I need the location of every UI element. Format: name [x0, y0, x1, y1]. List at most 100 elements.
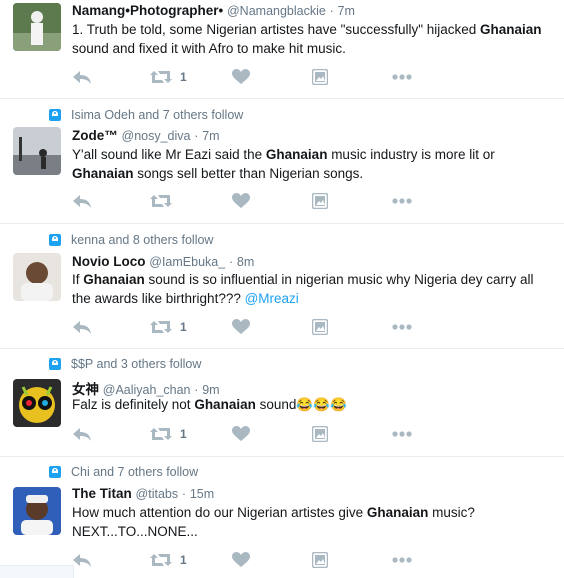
retweet-count: 1 [180, 70, 187, 84]
more-icon [392, 198, 412, 204]
media-button[interactable] [312, 551, 328, 569]
avatar[interactable] [13, 253, 61, 301]
like-button[interactable] [232, 192, 250, 210]
media-button[interactable] [312, 192, 328, 210]
avatar[interactable] [13, 487, 61, 535]
emoji: 😂😂😂 [296, 397, 347, 412]
avatar-image [13, 127, 61, 175]
social-context: Chi and 7 others follow [49, 464, 198, 480]
social-context: $$P and 3 others follow [49, 356, 201, 372]
like-button[interactable] [232, 318, 250, 336]
timestamp[interactable]: 7m [202, 129, 219, 143]
more-button[interactable] [392, 318, 412, 336]
tweet-text: How much attention do our Nigerian artis… [72, 503, 562, 541]
text-segment: How much attention do our Nigerian artis… [72, 505, 367, 520]
timestamp[interactable]: 15m [190, 487, 214, 501]
reply-icon [72, 193, 92, 209]
social-context: Isima Odeh and 7 others follow [49, 107, 243, 123]
reply-icon [72, 319, 92, 335]
reply-button[interactable] [72, 425, 92, 443]
more-icon [392, 431, 412, 437]
text-segment: 1. Truth be told, some Nigerian artistes… [72, 22, 481, 37]
user-handle[interactable]: @IamEbuka_ [149, 255, 225, 269]
tweet-text: Y'all sound like Mr Eazi said the Ghanai… [72, 145, 562, 183]
reply-button[interactable] [72, 192, 92, 210]
retweet-button[interactable]: 1 [150, 318, 187, 336]
tweet[interactable]: $$P and 3 others follow 女神 @Aaliyah_chan… [0, 349, 564, 457]
social-context-label[interactable]: Isima Odeh and 7 others follow [71, 108, 243, 122]
separator: · [228, 255, 234, 269]
social-context: kenna and 8 others follow [49, 232, 213, 248]
social-context-label[interactable]: $$P and 3 others follow [71, 357, 201, 371]
tweet[interactable]: Isima Odeh and 7 others follow Zode™ @no… [0, 99, 564, 224]
display-name[interactable]: The Titan [72, 486, 132, 501]
retweet-button[interactable]: 1 [150, 425, 187, 443]
like-button[interactable] [232, 551, 250, 569]
heart-icon [232, 69, 250, 85]
avatar-image [13, 487, 61, 535]
reply-button[interactable] [72, 318, 92, 336]
tweet-header: Zode™ @nosy_diva · 7m [72, 128, 220, 143]
avatar-image [13, 3, 61, 51]
tweet[interactable]: kenna and 8 others follow Novio Loco @Ia… [0, 224, 564, 349]
tweet-text: 1. Truth be told, some Nigerian artistes… [72, 20, 562, 58]
retweet-icon [150, 426, 172, 442]
text-segment: sound is so influential in nigerian musi… [144, 272, 534, 287]
follow-icon [49, 109, 61, 121]
bottom-bar [0, 565, 74, 578]
avatar[interactable] [13, 127, 61, 175]
media-button[interactable] [312, 425, 328, 443]
separator: · [194, 129, 199, 143]
tweet-actions: 1 [72, 551, 432, 569]
text-segment: music industry is more lit or [327, 147, 495, 162]
reply-icon [72, 69, 92, 85]
keyword-highlight: Ghanaian [366, 505, 429, 520]
text-segment: If [72, 272, 84, 287]
follow-icon [49, 234, 61, 246]
retweet-icon [150, 193, 172, 209]
media-icon [312, 426, 328, 442]
keyword-highlight: Ghanaian [265, 147, 328, 162]
tweet[interactable]: Chi and 7 others follow The Titan @titab… [0, 457, 564, 578]
tweet-header: The Titan @titabs · 15m [72, 486, 214, 501]
keyword-highlight: Ghanaian [83, 272, 145, 287]
avatar-image [13, 379, 61, 427]
reply-icon [72, 552, 92, 568]
more-button[interactable] [392, 425, 412, 443]
avatar[interactable] [13, 3, 61, 51]
user-handle[interactable]: @titabs [136, 487, 179, 501]
more-icon [392, 74, 412, 80]
text-segment: music? [428, 505, 475, 520]
reply-button[interactable] [72, 551, 92, 569]
media-button[interactable] [312, 68, 328, 86]
tweet-header: Novio Loco @IamEbuka_ · 8m [72, 254, 254, 269]
retweet-button[interactable]: 1 [150, 68, 187, 86]
user-handle[interactable]: @Namangblackie [227, 4, 326, 18]
timestamp[interactable]: 7m [338, 4, 355, 18]
social-context-label[interactable]: kenna and 8 others follow [71, 233, 213, 247]
media-button[interactable] [312, 318, 328, 336]
more-button[interactable] [392, 68, 412, 86]
mention-link[interactable]: @Mreazi [245, 291, 299, 306]
more-button[interactable] [392, 551, 412, 569]
heart-icon [232, 319, 250, 335]
follow-icon [49, 358, 61, 370]
reply-icon [72, 426, 92, 442]
more-button[interactable] [392, 192, 412, 210]
retweet-button[interactable] [150, 192, 180, 210]
tweet[interactable]: Namang•Photographer• @Namangblackie · 7m… [0, 0, 564, 99]
social-context-label[interactable]: Chi and 7 others follow [71, 465, 198, 479]
like-button[interactable] [232, 425, 250, 443]
user-handle[interactable]: @nosy_diva [122, 129, 191, 143]
like-button[interactable] [232, 68, 250, 86]
text-segment: NEXT...TO...NONE... [72, 524, 198, 539]
timestamp[interactable]: 8m [237, 255, 254, 269]
tweet-actions: 1 [72, 425, 432, 443]
display-name[interactable]: Novio Loco [72, 254, 146, 269]
tweet-header: Namang•Photographer• @Namangblackie · 7m [72, 3, 355, 18]
retweet-button[interactable]: 1 [150, 551, 187, 569]
display-name[interactable]: Zode™ [72, 128, 118, 143]
display-name[interactable]: Namang•Photographer• [72, 3, 223, 18]
avatar[interactable] [13, 379, 61, 427]
reply-button[interactable] [72, 68, 92, 86]
